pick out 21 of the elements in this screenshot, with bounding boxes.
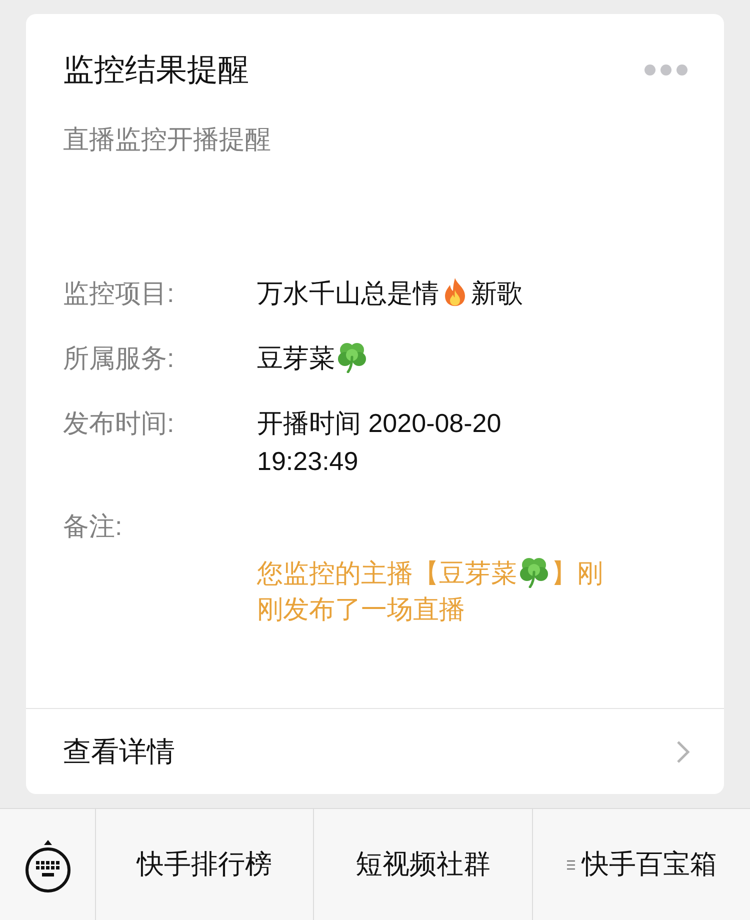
- details-link[interactable]: 查看详情: [63, 730, 175, 772]
- note-text: 刚发布了一场直播: [257, 594, 465, 624]
- field-label: 发布时间:: [63, 407, 176, 440]
- chevron-right-icon[interactable]: [676, 740, 690, 764]
- menu-item[interactable]: 短视频社群: [314, 809, 533, 920]
- clover-icon: [337, 341, 367, 373]
- field-value: 开播时间 2020-08-20 19:23:49: [257, 408, 502, 476]
- field-value: 万水千山总是情: [257, 278, 439, 308]
- note-text: 您监控的主播【豆芽菜: [257, 558, 517, 588]
- field-label: 所属服务:: [63, 342, 176, 375]
- field-label: 监控项目:: [63, 277, 176, 310]
- field-value: 豆芽菜: [257, 343, 335, 373]
- clover-icon: [519, 556, 549, 588]
- menu-item[interactable]: 快手排行榜: [96, 809, 314, 920]
- more-icon[interactable]: [644, 64, 688, 76]
- field-value: 新歌: [471, 278, 523, 308]
- field-label: 备注:: [63, 510, 124, 543]
- card-subtitle: 直播监控开播提醒: [63, 124, 271, 154]
- menu-item[interactable]: 快手百宝箱: [532, 809, 750, 920]
- note-text: 】刚: [551, 558, 603, 588]
- card-title: 监控结果提醒: [63, 51, 249, 89]
